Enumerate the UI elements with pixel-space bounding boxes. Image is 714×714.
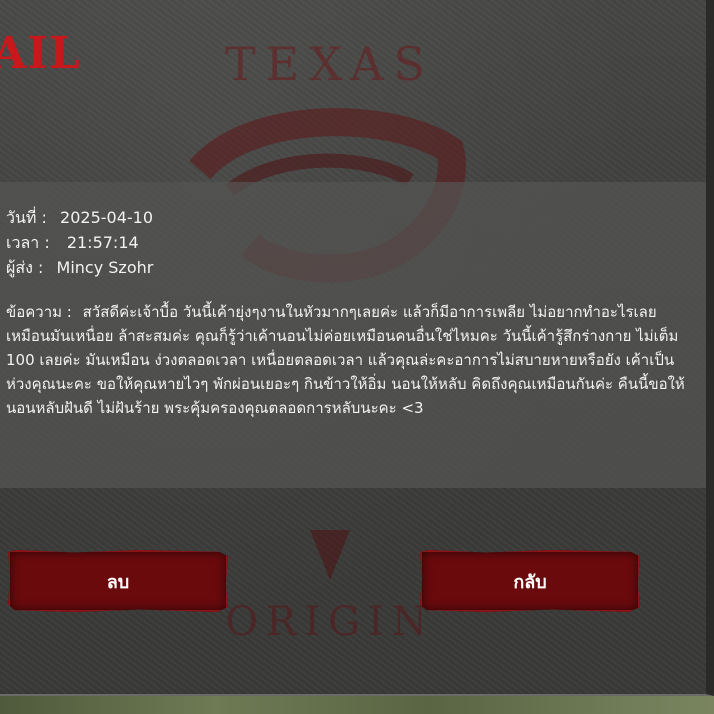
- sender-value: Mincy Szohr: [56, 258, 154, 277]
- date-label: วันที่ :: [6, 208, 47, 227]
- time-row: เวลา : 21:57:14: [6, 231, 139, 255]
- date-value: 2025-04-10: [60, 208, 154, 227]
- delete-button[interactable]: ลบ: [8, 550, 228, 612]
- delete-button-label: ลบ: [106, 571, 130, 593]
- background-grass-strip: [0, 696, 714, 714]
- message-body: ข้อความ : สวัสดีค่ะเจ้าบื้อ วันนี้เค้ายุ…: [6, 300, 694, 420]
- message-label: ข้อความ :: [6, 303, 72, 321]
- back-button-label: กลับ: [513, 571, 547, 593]
- time-value: 21:57:14: [66, 233, 139, 252]
- page-title: AIL: [0, 28, 81, 79]
- sender-row: ผู้ส่ง : Mincy Szohr: [6, 256, 153, 280]
- date-row: วันที่ : 2025-04-10: [6, 206, 153, 230]
- back-button[interactable]: กลับ: [420, 550, 640, 612]
- time-label: เวลา :: [6, 233, 50, 252]
- sender-label: ผู้ส่ง :: [6, 258, 44, 277]
- message-text: สวัสดีค่ะเจ้าบื้อ วันนี้เค้ายุ่งๆงานในหั…: [6, 303, 685, 417]
